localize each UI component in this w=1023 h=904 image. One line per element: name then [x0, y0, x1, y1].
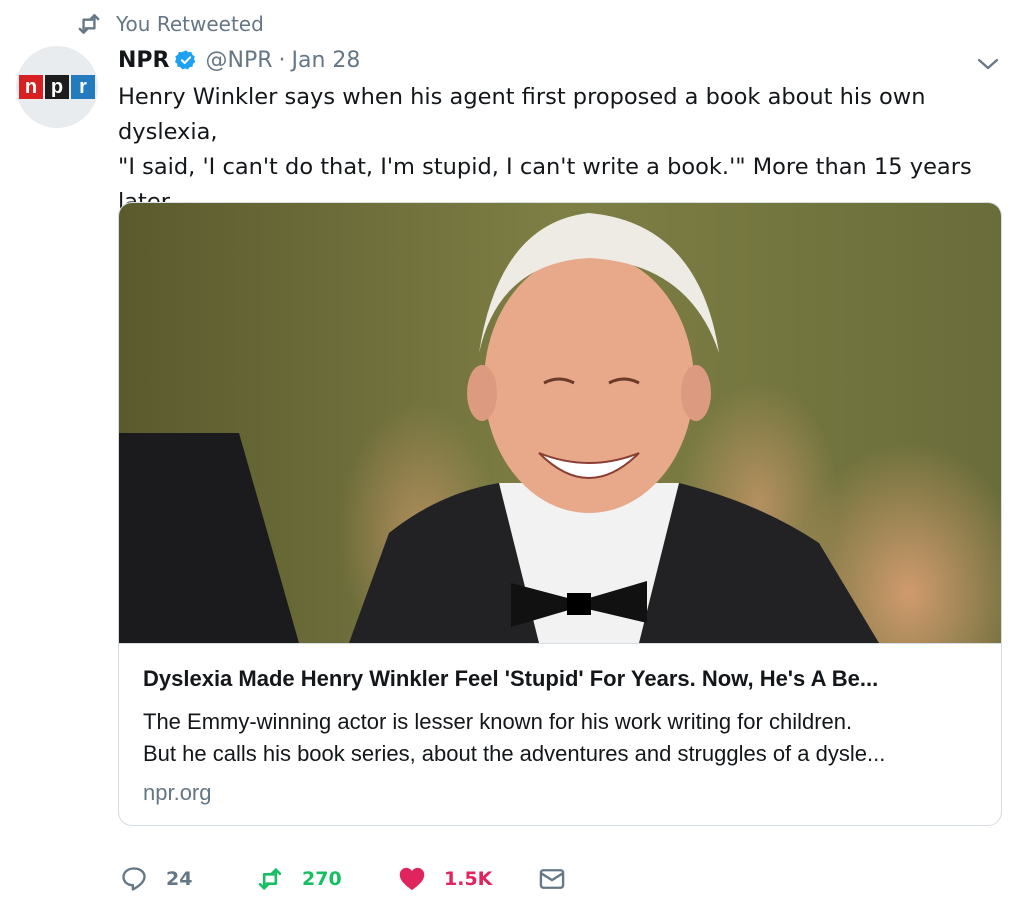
author-handle[interactable]: @NPR	[205, 48, 272, 73]
link-card[interactable]: Dyslexia Made Henry Winkler Feel 'Stupid…	[118, 202, 1002, 826]
npr-logo-n: n	[19, 75, 43, 99]
card-description: The Emmy-winning actor is lesser known f…	[143, 709, 886, 766]
tweet-date[interactable]: Jan 28	[292, 48, 361, 73]
reply-icon	[122, 867, 146, 891]
reply-button[interactable]: 24	[120, 865, 256, 893]
tweet-header: NPR @NPR · Jan 28	[118, 44, 360, 76]
reply-count: 24	[166, 868, 193, 890]
retweet-icon	[78, 14, 100, 34]
card-body: Dyslexia Made Henry Winkler Feel 'Stupid…	[119, 643, 1001, 806]
retweet-button[interactable]: 270	[256, 865, 398, 893]
card-title[interactable]: Dyslexia Made Henry Winkler Feel 'Stupid…	[143, 666, 977, 692]
retweet-context: You Retweeted	[76, 10, 264, 38]
heart-icon	[399, 867, 425, 891]
mail-icon	[539, 869, 565, 889]
retweet-icon	[258, 868, 282, 890]
retweet-count: 270	[302, 868, 342, 890]
separator-dot: ·	[278, 47, 286, 73]
npr-logo: n p r	[19, 75, 95, 99]
like-count: 1.5K	[444, 868, 493, 890]
direct-message-button[interactable]	[538, 865, 584, 893]
card-domain: npr.org	[143, 780, 212, 805]
npr-logo-p: p	[45, 75, 69, 99]
card-image	[119, 203, 1001, 643]
caret-down-icon[interactable]	[976, 54, 1000, 74]
avatar[interactable]: n p r	[16, 46, 98, 128]
like-button[interactable]: 1.5K	[398, 865, 538, 893]
npr-logo-r: r	[71, 75, 95, 99]
author-name[interactable]: NPR	[118, 48, 169, 73]
verified-icon	[175, 50, 196, 70]
retweet-context-label: You Retweeted	[116, 12, 264, 36]
tweet-actions: 24 270 1.5K	[120, 862, 584, 896]
